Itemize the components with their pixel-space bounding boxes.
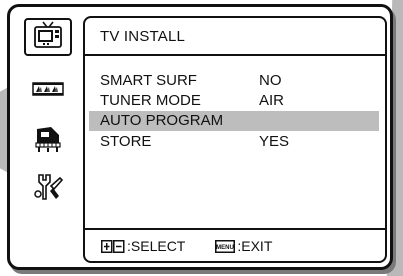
menu-item-label: AUTO PROGRAM (100, 112, 224, 129)
category-tv-install[interactable] (21, 16, 75, 56)
category-picture[interactable] (21, 70, 75, 108)
menu-item-label: STORE (100, 133, 152, 150)
menu-category-sidebar (21, 16, 75, 259)
menu-title: TV INSTALL (100, 28, 186, 45)
title-divider (85, 54, 385, 56)
menu-item-value: AIR (259, 92, 285, 109)
footer-divider (85, 228, 385, 230)
menu-panel: TV INSTALL SMART SURF NO TUNER MODE AIR … (83, 16, 387, 263)
menu-item-label: SMART SURF (100, 72, 197, 89)
select-label: :SELECT (127, 238, 186, 254)
menu-item-smart-surf[interactable]: SMART SURF NO (89, 71, 379, 91)
category-sound[interactable] (21, 120, 75, 158)
menu-item-store[interactable]: STORE YES (89, 132, 379, 152)
exit-hint: MENU :EXIT (215, 238, 272, 254)
tools-icon (34, 174, 63, 200)
tv-icon (34, 21, 62, 48)
film-strip-icon (32, 82, 64, 96)
osd-window: TV INSTALL SMART SURF NO TUNER MODE AIR … (7, 4, 393, 270)
menu-key-icon: MENU (215, 239, 236, 253)
exit-label: :EXIT (237, 238, 273, 254)
piano-icon (35, 127, 61, 152)
menu-item-value: YES (259, 133, 290, 150)
menu-key-text: MENU (217, 245, 235, 251)
category-features[interactable] (21, 168, 75, 206)
footer-hints: :SELECT MENU :EXIT (101, 238, 272, 254)
menu-item-auto-program[interactable]: AUTO PROGRAM (89, 111, 379, 131)
up-down-key-icon (101, 239, 125, 253)
select-hint: :SELECT (101, 238, 185, 254)
menu-item-tuner-mode[interactable]: TUNER MODE AIR (89, 91, 379, 111)
menu-item-value: NO (259, 72, 282, 89)
menu-item-label: TUNER MODE (100, 92, 201, 109)
